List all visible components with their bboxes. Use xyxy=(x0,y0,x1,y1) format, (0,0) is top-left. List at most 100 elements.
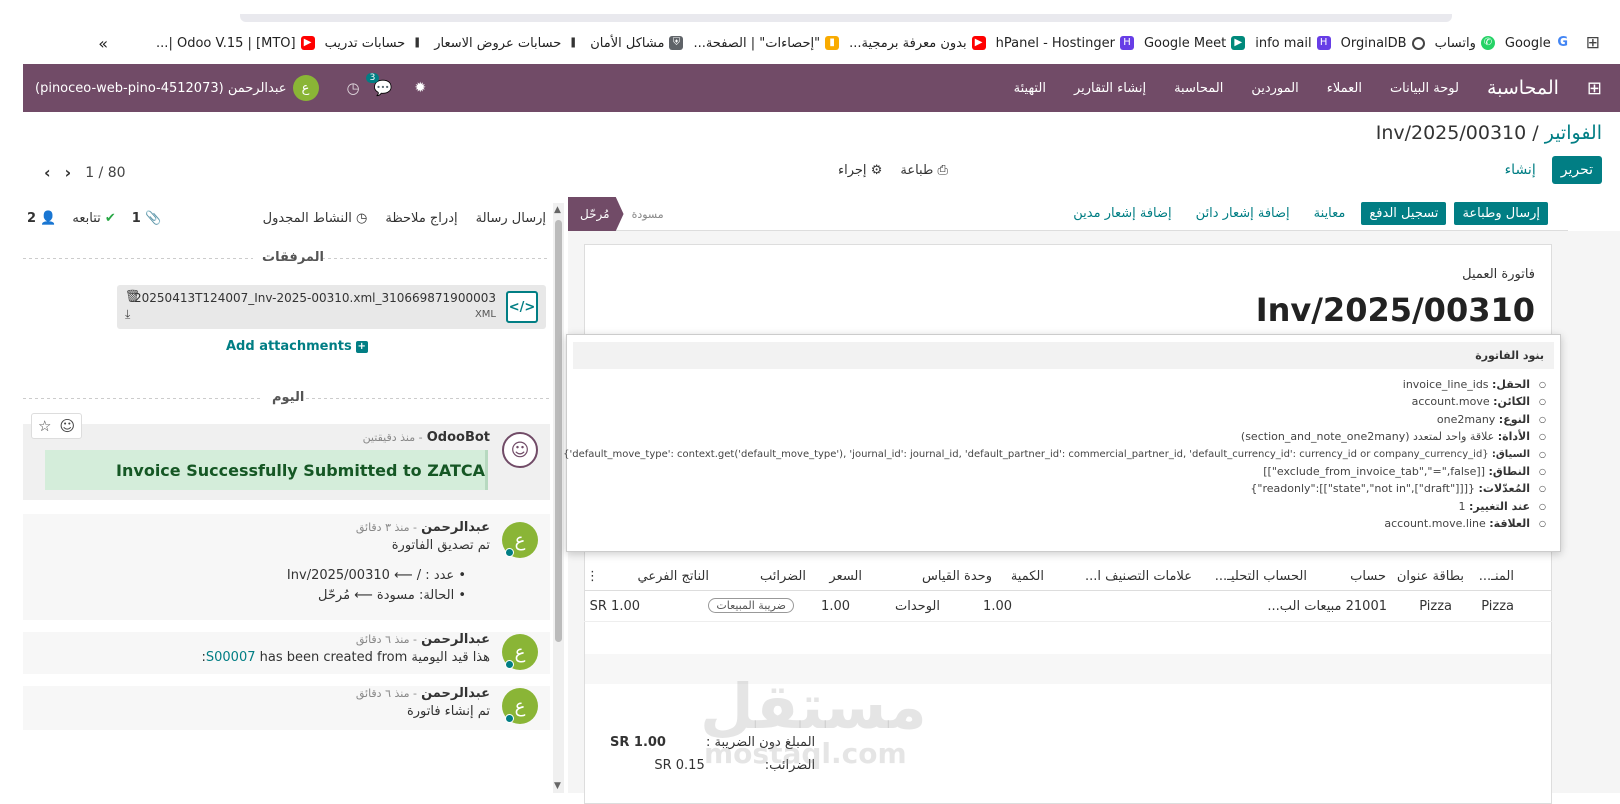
star-icon[interactable]: ☆ xyxy=(38,417,51,435)
bookmark-hpanel[interactable]: HhPanel - Hostinger xyxy=(996,36,1134,51)
smiley-reaction-icon[interactable]: ☺ xyxy=(59,417,75,435)
breadcrumb-current: Inv/2025/00310 xyxy=(1375,122,1527,144)
menu-reporting[interactable]: إنشاء التقارير xyxy=(1074,81,1146,96)
clock-icon[interactable]: ◷ xyxy=(347,79,360,97)
tooltip-row: الأداة: علاقة واحد لمتعدد (section_and_n… xyxy=(567,428,1546,446)
tooltip-row: عند التغيير: 1 xyxy=(567,498,1546,516)
attachments-count-button[interactable]: 1 📎 xyxy=(132,211,161,226)
bookmark-google-meet[interactable]: ▶ Google Meet xyxy=(1144,36,1246,51)
form-buttons: تحرير إنشاء xyxy=(1505,156,1602,184)
online-status-dot xyxy=(505,548,514,557)
col-price[interactable]: السعر xyxy=(829,569,862,584)
chatter-message-post: ع عبدالرحمن - منذ ٣ دقائق تم تصديق الفات… xyxy=(23,514,550,620)
browser-tab-strip xyxy=(240,14,1452,22)
menu-configuration[interactable]: التهيئة xyxy=(1014,81,1046,96)
col-uom[interactable]: وحدة القياس xyxy=(922,569,992,584)
col-taxes[interactable]: الضرائب xyxy=(760,569,806,584)
bookmark-icon: ❚ xyxy=(569,37,578,48)
trash-icon[interactable]: 🗑 xyxy=(125,289,140,303)
print-menu[interactable]: ⎙ طباعة xyxy=(900,163,948,178)
apps-menu-icon[interactable]: ⊞ xyxy=(1587,78,1602,99)
user-menu[interactable]: ع عبدالرحمن (pinoceo-web-pino-4512073) xyxy=(35,75,319,101)
send-print-button[interactable]: إرسال وطباعة xyxy=(1454,202,1548,225)
col-subtotal[interactable]: الناتج الفرعي xyxy=(637,569,709,584)
breadcrumb-parent[interactable]: الفواتير xyxy=(1545,122,1602,144)
form-statusbar: إرسال وطباعة تسجيل الدفع معاينة إضافة إش… xyxy=(568,197,1568,231)
message-author: OdooBot xyxy=(426,430,490,445)
navbar-systray: ع عبدالرحمن (pinoceo-web-pino-4512073) ◷… xyxy=(23,64,426,112)
sale-order-link[interactable]: S00007 xyxy=(206,650,256,665)
col-account[interactable]: حساب xyxy=(1350,569,1386,584)
optional-columns-icon[interactable]: ⋮ xyxy=(586,569,599,584)
menu-customers[interactable]: العملاء xyxy=(1327,81,1362,96)
col-quantity[interactable]: الكمية xyxy=(1011,569,1044,584)
bookmark-label: حسابات عروض الاسعار xyxy=(434,35,562,51)
bookmark-analytics[interactable]: ▮ "إحصاءات" | الصفحة... xyxy=(693,36,840,51)
edit-button[interactable]: تحرير xyxy=(1551,156,1602,184)
bookmarks-more-button[interactable]: » xyxy=(98,34,108,53)
bookmark-google[interactable]: G Google xyxy=(1505,36,1570,51)
followers-button[interactable]: 2 👤 xyxy=(27,211,56,226)
apps-grid-icon[interactable]: ⊞ xyxy=(1586,33,1600,53)
menu-dashboard[interactable]: لوحة البيانات xyxy=(1390,81,1459,96)
tooltip-value: account.move xyxy=(1411,395,1490,409)
scroll-up-icon[interactable]: ▲ xyxy=(554,205,561,215)
log-note-button[interactable]: إدراج ملاحظة xyxy=(385,211,457,226)
bookmark-icon: ❚ xyxy=(413,37,422,48)
messaging-menu[interactable]: 💬 3 xyxy=(365,73,392,97)
attachment-card[interactable]: </> 20250413T124007_Inv-2025-00310.xml_3… xyxy=(117,285,546,329)
pager: ‹ › 1 / 80 xyxy=(44,163,126,182)
add-credit-note-button[interactable]: إضافة إشعار دائن xyxy=(1188,202,1298,225)
hostinger-icon: H xyxy=(1316,36,1331,50)
menu-vendors[interactable]: الموردين xyxy=(1251,81,1298,96)
bookmark-orginaldb[interactable]: OrginalDB xyxy=(1341,36,1425,51)
pager-value[interactable]: 1 / 80 xyxy=(85,165,125,181)
chatter-topbar: إرسال رسالة إدراج ملاحظة ◷ النشاط المجدو… xyxy=(23,204,550,232)
chatter-followers: 2 👤 ✔ تتابعه 1 📎 xyxy=(27,211,161,226)
untaxed-amount: SR 1.00 xyxy=(610,735,666,750)
col-analytic-account[interactable]: الحساب التحليـ... xyxy=(1215,569,1307,584)
action-menu[interactable]: ⚙ إجراء xyxy=(838,163,882,178)
scroll-down-icon[interactable]: ▼ xyxy=(554,781,561,791)
tax-amount: SR 0.15 xyxy=(654,758,705,773)
action-label: إجراء xyxy=(838,163,867,178)
create-button[interactable]: إنشاء xyxy=(1505,162,1536,178)
table-row[interactable]: Pizza Pizza 21001 مبيعات الب... 1.00 الو… xyxy=(584,591,1552,622)
col-analytic-tags[interactable]: علامات التصنيف ا... xyxy=(1085,569,1192,584)
tooltip-value: one2many xyxy=(1436,412,1496,426)
bookmark-quotes[interactable]: ❚ حسابات عروض الاسعار xyxy=(434,36,580,51)
bookmark-odoo-mto[interactable]: ▶ Odoo V.15 | [MTO] |... xyxy=(156,36,315,51)
divider xyxy=(23,258,253,259)
debug-bug-icon[interactable]: ✹ xyxy=(414,80,426,96)
message-header: عبدالرحمن - منذ ٦ دقائق xyxy=(356,632,490,647)
download-icon[interactable]: ⤓ xyxy=(125,307,130,322)
bookmark-whatsapp[interactable]: ✆ واتساب xyxy=(1435,36,1495,51)
bookmark-label: بدون معرفة برمجية... xyxy=(849,35,967,51)
menu-accounting[interactable]: المحاسبة xyxy=(1174,81,1223,96)
bookmark-youtube-1[interactable]: ▶ بدون معرفة برمجية... xyxy=(849,36,986,51)
col-label[interactable]: بطاقة عنوان xyxy=(1397,569,1464,584)
status-stages: مُرحّل مسودة xyxy=(568,197,664,231)
pager-next-button[interactable]: › xyxy=(65,163,72,182)
add-attachments-button[interactable]: Add attachments + xyxy=(226,339,368,354)
follow-label: تتابعه xyxy=(72,210,101,226)
bookmark-label: مشاكل الأمان xyxy=(590,35,665,51)
pager-previous-button[interactable]: ‹ xyxy=(44,163,51,182)
bookmark-security[interactable]: ⛨ مشاكل الأمان xyxy=(590,35,684,51)
invoice-lines-header: المنـ... بطاقة عنوان حساب الحساب التحليـ… xyxy=(584,561,1552,591)
send-message-button[interactable]: إرسال رسالة xyxy=(476,211,546,226)
schedule-activity-button[interactable]: ◷ النشاط المجدول xyxy=(263,211,368,226)
bookmark-training[interactable]: ❚ حسابات تدريب xyxy=(325,36,425,51)
main-navbar: ⊞ المحاسبة لوحة البيانات العملاء الموردي… xyxy=(23,64,1620,112)
register-payment-button[interactable]: تسجيل الدفع xyxy=(1361,202,1447,225)
youtube-icon: ▶ xyxy=(971,36,986,50)
col-product[interactable]: المنـ... xyxy=(1479,569,1514,584)
preview-button[interactable]: معاينة xyxy=(1306,202,1354,225)
bookmarks-bar: ⊞ G Google ✆ واتساب OrginalDB Hinfo mail ▶… xyxy=(0,22,1620,64)
chatter-scrollbar-thumb[interactable] xyxy=(555,220,562,642)
stage-draft[interactable]: مسودة xyxy=(632,208,664,221)
app-name[interactable]: المحاسبة xyxy=(1487,77,1559,99)
add-debit-note-button[interactable]: إضافة إشعار مدين xyxy=(1065,202,1179,225)
follow-button[interactable]: ✔ تتابعه xyxy=(72,211,115,226)
bookmark-info-mail[interactable]: Hinfo mail xyxy=(1255,36,1331,51)
